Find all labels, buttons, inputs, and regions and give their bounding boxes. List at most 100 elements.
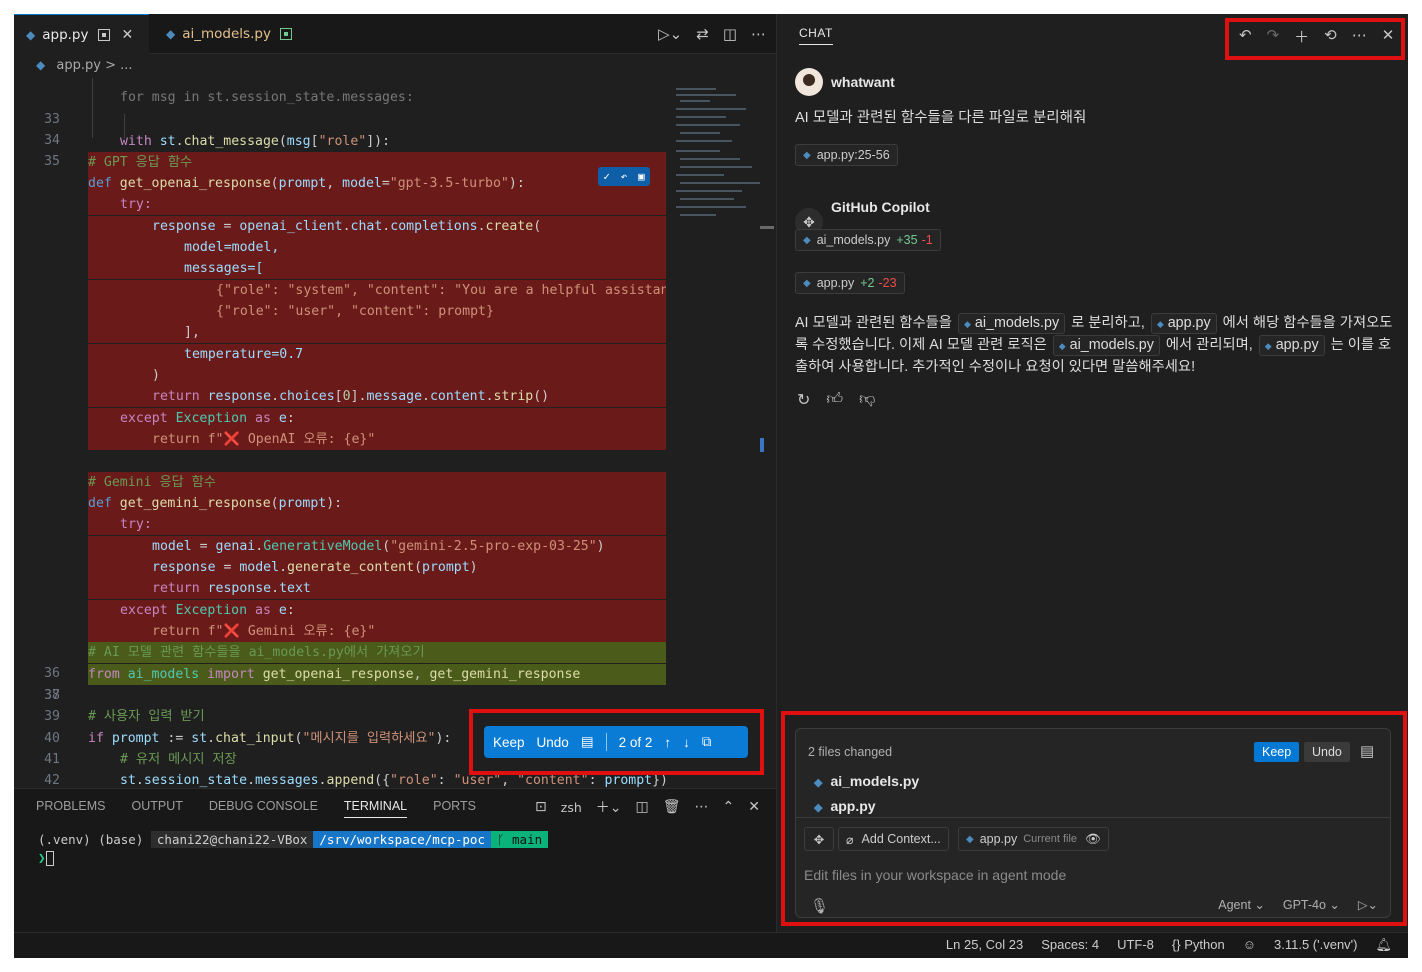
- reference-chip[interactable]: ◆ app.py:25-56: [795, 144, 898, 166]
- arrow-up-icon[interactable]: ↑: [664, 735, 671, 750]
- file-reference[interactable]: ◆ app.py: [1258, 335, 1325, 356]
- compare-changes-icon[interactable]: ⇄: [696, 25, 709, 43]
- modified-indicator-icon: [97, 28, 110, 41]
- diff-icon[interactable]: ▣: [638, 170, 645, 183]
- split-terminal-icon[interactable]: ◫: [636, 799, 649, 815]
- tab-ports[interactable]: PORTS: [433, 799, 476, 818]
- deleted-line: temperature=0.7: [88, 344, 666, 366]
- divider: [796, 817, 1390, 818]
- encoding[interactable]: UTF-8: [1117, 937, 1154, 953]
- more-actions-icon[interactable]: ⋯: [695, 799, 709, 815]
- new-terminal-icon[interactable]: ＋⌄: [596, 797, 622, 817]
- shell-name[interactable]: zsh: [561, 800, 582, 815]
- close-icon[interactable]: ✕: [122, 27, 134, 43]
- deleted-line: messages=[: [88, 258, 666, 280]
- breadcrumb: ◆ app.py > ...: [36, 58, 133, 73]
- response-text: 로 분리하고,: [1071, 315, 1145, 331]
- file-reference[interactable]: ◆ ai_models.py: [957, 313, 1066, 334]
- diff-icon[interactable]: ▤: [581, 734, 594, 750]
- model-picker[interactable]: GPT-4o ⌄: [1283, 897, 1340, 912]
- undo-icon[interactable]: ↶: [621, 170, 628, 183]
- chat-input[interactable]: Edit files in your workspace in agent mo…: [804, 867, 1066, 883]
- minimap[interactable]: [666, 78, 776, 788]
- view-diff-icon[interactable]: ▤: [1360, 742, 1374, 760]
- thumbs-up-icon[interactable]: 👍︎: [826, 390, 843, 410]
- code-editor[interactable]: for msg in st.session_state.messages: 33…: [14, 78, 776, 788]
- file-reference[interactable]: ◆ ai_models.py: [1052, 335, 1160, 356]
- add-context-label: Add Context...: [861, 832, 941, 846]
- changed-file-item[interactable]: ◆ app.py: [814, 798, 876, 814]
- tab-app-py[interactable]: ◆ app.py ✕: [14, 14, 149, 54]
- keep-button[interactable]: Keep: [493, 735, 525, 750]
- scrollbar-thumb[interactable]: [760, 226, 774, 229]
- more-actions-icon[interactable]: ⋯: [751, 25, 766, 43]
- minimap-line: [676, 88, 716, 90]
- open-diff-icon[interactable]: ⧉: [702, 734, 712, 750]
- trash-icon[interactable]: 🗑: [663, 799, 681, 815]
- bell-icon[interactable]: 🔔︎: [1375, 937, 1392, 953]
- cursor-position[interactable]: Ln 25, Col 23: [946, 937, 1023, 953]
- tab-ai-models-py[interactable]: ◆ ai_models.py: [154, 14, 329, 54]
- chat-title: CHAT: [799, 26, 833, 45]
- tools-button[interactable]: ✥: [804, 827, 834, 851]
- lines-removed: -1: [921, 233, 933, 247]
- tab-debug-console[interactable]: DEBUG CONSOLE: [209, 799, 318, 818]
- indentation[interactable]: Spaces: 4: [1041, 937, 1099, 953]
- undo-button[interactable]: Undo: [537, 735, 569, 750]
- add-context-button[interactable]: ⌀ Add Context...: [838, 827, 949, 851]
- keep-button[interactable]: Keep: [1254, 742, 1300, 762]
- response-feedback: ↻ 👍︎ 👎︎: [797, 390, 875, 410]
- more-actions-icon[interactable]: ⋯: [1352, 26, 1367, 47]
- breadcrumb-separator: >: [105, 58, 116, 73]
- tab-output[interactable]: OUTPUT: [131, 799, 182, 818]
- breadcrumb-symbol[interactable]: ...: [120, 58, 132, 73]
- undo-icon[interactable]: ↶: [1239, 26, 1252, 47]
- accept-icon[interactable]: ✓: [603, 170, 610, 183]
- deleted-line: except Exception as e:: [88, 600, 666, 622]
- microphone-icon[interactable]: 🎙︎: [810, 897, 829, 915]
- split-editor-icon[interactable]: ◫: [723, 25, 737, 43]
- deleted-line: return f"❌ OpenAI 오류: {e}": [88, 429, 666, 451]
- tab-problems[interactable]: PROBLEMS: [36, 799, 105, 818]
- code-text: # 사용자 입력 받기: [88, 709, 205, 724]
- terminal-input-line: ❯: [38, 850, 548, 866]
- prompt-symbol: ❯: [38, 850, 46, 865]
- file-reference[interactable]: ◆ app.py: [1150, 313, 1217, 334]
- breadcrumb-file[interactable]: app.py: [56, 58, 101, 73]
- deleted-line: def get_openai_response(prompt, model="g…: [88, 173, 666, 195]
- arrow-down-icon[interactable]: ↓: [683, 735, 690, 750]
- terminal-icon: ⊡: [535, 799, 547, 815]
- history-icon[interactable]: ⟲: [1324, 26, 1337, 47]
- close-panel-icon[interactable]: ✕: [748, 799, 760, 815]
- thumbs-down-icon[interactable]: 👎︎: [859, 390, 875, 410]
- line-number: 38: [44, 688, 60, 703]
- maximize-panel-icon[interactable]: ⌃: [723, 799, 735, 815]
- tab-terminal[interactable]: TERMINAL: [343, 799, 408, 818]
- code-line: 34 st.markdown(msg["content"]): [14, 109, 666, 169]
- code-text: messages=[: [184, 261, 264, 276]
- tab-label: ai_models.py: [182, 26, 271, 42]
- code-text: if prompt := st.chat_input("메시지를 입력하세요")…: [88, 731, 452, 746]
- current-file-chip[interactable]: ◆ app.py Current file 👁︎: [958, 827, 1109, 851]
- edited-file-chip[interactable]: ◆ app.py +2 -23: [795, 272, 905, 294]
- close-icon[interactable]: ✕: [1382, 26, 1395, 47]
- undo-button[interactable]: Undo: [1304, 742, 1350, 762]
- retry-icon[interactable]: ↻: [797, 390, 810, 410]
- redo-icon[interactable]: ↷: [1267, 26, 1280, 47]
- language-mode[interactable]: {} Python: [1172, 937, 1225, 953]
- terminal-output[interactable]: (.venv) (base) chani22@chani22-VBox/srv/…: [38, 831, 549, 866]
- mode-picker[interactable]: Agent ⌄: [1218, 897, 1265, 912]
- copilot-status-icon[interactable]: ☺: [1243, 937, 1256, 953]
- python-file-icon: ◆: [803, 149, 811, 161]
- new-chat-icon[interactable]: ＋: [1294, 26, 1309, 47]
- changed-file-item[interactable]: ◆ ai_models.py: [814, 773, 919, 789]
- status-items: Ln 25, Col 23 Spaces: 4 UTF-8 {} Python …: [946, 937, 1392, 953]
- code-text: model = genai.GenerativeModel("gemini-2.…: [152, 539, 605, 554]
- run-icon[interactable]: ▷⌄: [658, 25, 682, 43]
- python-interpreter[interactable]: 3.11.5 ('.venv'): [1274, 937, 1357, 953]
- send-icon[interactable]: ▷⌄: [1358, 897, 1378, 912]
- code-line: 39 # 사용자 입력 받기: [14, 706, 666, 727]
- added-line: # AI 모델 관련 함수들을 ai_models.py에서 가져오기: [88, 642, 666, 664]
- edited-file-chip[interactable]: ◆ ai_models.py +35 -1: [795, 229, 941, 251]
- eye-icon[interactable]: 👁︎: [1085, 832, 1101, 847]
